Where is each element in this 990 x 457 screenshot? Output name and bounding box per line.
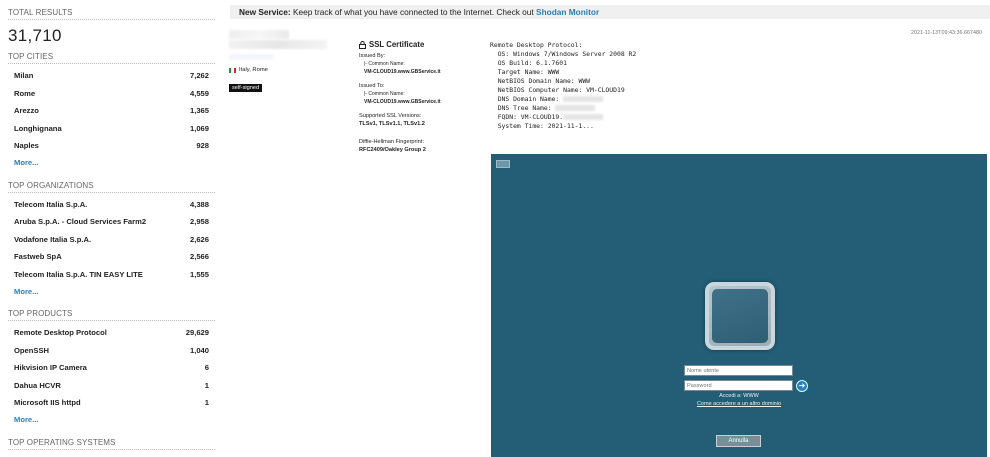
ssl-versions: TLSv1, TLSv1.1, TLSv1.2: [359, 121, 425, 127]
list-item[interactable]: Arezzo 1,365: [8, 102, 215, 120]
dh-fingerprint-label: Diffie-Hellman Fingerprint:: [359, 139, 424, 145]
login-arrow-icon[interactable]: ➜: [796, 380, 808, 392]
self-signed-badge[interactable]: self-signed: [229, 84, 263, 92]
list-item[interactable]: Fastweb SpA 2,566: [8, 248, 215, 266]
list-item[interactable]: Naples 928: [8, 137, 215, 155]
screen-corner-icon: [496, 160, 510, 168]
top-organizations-title: TOP ORGANIZATIONS: [8, 181, 215, 193]
shodan-monitor-link[interactable]: Shodan Monitor: [536, 7, 599, 17]
top-cities-list: Milan 7,262 Rome 4,559 Arezzo 1,365 Longhig…: [8, 67, 215, 155]
products-more-link[interactable]: More...: [8, 412, 215, 428]
host-location: Italy, Rome: [229, 67, 268, 73]
rdp-banner: Remote Desktop Protocol: OS: Windows 7/W…: [490, 41, 637, 130]
location-text: Italy, Rome: [239, 67, 268, 73]
ssl-certificate-panel: SSL Certificate Issued By: |- Common Nam…: [359, 40, 484, 153]
total-results-value: 31,710: [8, 26, 62, 45]
dh-fingerprint: RFC2409/Oakley Group 2: [359, 147, 426, 153]
username-input[interactable]: [684, 365, 793, 376]
redacted-ip: [229, 30, 289, 39]
list-item[interactable]: Telecom Italia S.p.A. TIN EASY LITE 1,555: [8, 266, 215, 284]
banner-lead: New Service:: [239, 7, 291, 17]
top-products-list: Remote Desktop Protocol 29,629 OpenSSH 1,0…: [8, 324, 215, 412]
issued-to-label: Issued To:: [359, 83, 385, 89]
italy-flag-icon: [229, 67, 236, 73]
list-item[interactable]: Aruba S.p.A. - Cloud Services Farm2 2,958: [8, 213, 215, 231]
cities-more-link[interactable]: More...: [8, 155, 215, 171]
cancel-button[interactable]: Annulla: [716, 435, 761, 447]
ssl-title: SSL Certificate: [359, 40, 484, 49]
top-cities-title: TOP CITIES: [8, 52, 215, 64]
result-timestamp: 2021-11-13T09:43:36.667480: [911, 30, 982, 36]
ssl-versions-label: Supported SSL Versions:: [359, 113, 422, 119]
access-target-text: Accedi a: WWW: [719, 393, 759, 399]
list-item[interactable]: Longhignana 1,069: [8, 120, 215, 138]
lock-icon: [359, 40, 366, 49]
issued-by-cn: VM-CLOUD19.www.GBService.it: [364, 69, 441, 75]
issued-to-cn: VM-CLOUD19.www.GBService.it: [364, 99, 441, 105]
issued-by-cn-label: |- Common Name:: [364, 61, 405, 67]
list-item[interactable]: Microsoft IIS httpd 1: [8, 394, 215, 412]
top-os-title: TOP OPERATING SYSTEMS: [8, 438, 215, 450]
list-item[interactable]: Remote Desktop Protocol 29,629: [8, 324, 215, 342]
issued-by-label: Issued By:: [359, 53, 386, 59]
issued-to-cn-label: |- Common Name:: [364, 91, 405, 97]
redacted-fqdn: [563, 114, 604, 120]
top-organizations-list: Telecom Italia S.p.A. 4,388 Aruba S.p.A. …: [8, 196, 215, 284]
list-item[interactable]: Hikvision IP Camera 6: [8, 359, 215, 377]
top-products-title: TOP PRODUCTS: [8, 309, 215, 321]
list-item[interactable]: OpenSSH 1,040: [8, 342, 215, 360]
total-results-title: TOTAL RESULTS: [8, 8, 215, 20]
banner-text: Keep track of what you have connected to…: [290, 7, 537, 17]
redacted-dns-domain: [563, 96, 604, 102]
new-service-banner: New Service: Keep track of what you have…: [230, 5, 990, 19]
user-avatar-frame: [705, 282, 775, 350]
list-item[interactable]: Telecom Italia S.p.A. 4,388: [8, 196, 215, 214]
redacted-link: [229, 54, 274, 60]
password-input[interactable]: [684, 380, 793, 391]
redacted-hostname: [229, 40, 327, 49]
list-item[interactable]: Rome 4,559: [8, 85, 215, 103]
sidebar: TOTAL RESULTS 31,710 TOP CITIES Milan 7,2…: [0, 0, 222, 457]
rdp-screenshot[interactable]: ➜ Accedi a: WWW Come accedere a un altro…: [491, 154, 987, 457]
list-item[interactable]: Dahua HCVR 1: [8, 377, 215, 395]
list-item[interactable]: Vodafone Italia S.p.A. 2,626: [8, 231, 215, 249]
list-item[interactable]: Milan 7,262: [8, 67, 215, 85]
redacted-dns-tree: [555, 105, 596, 111]
organizations-more-link[interactable]: More...: [8, 283, 215, 299]
other-domain-link[interactable]: Come accedere a un altro dominio: [491, 401, 987, 407]
